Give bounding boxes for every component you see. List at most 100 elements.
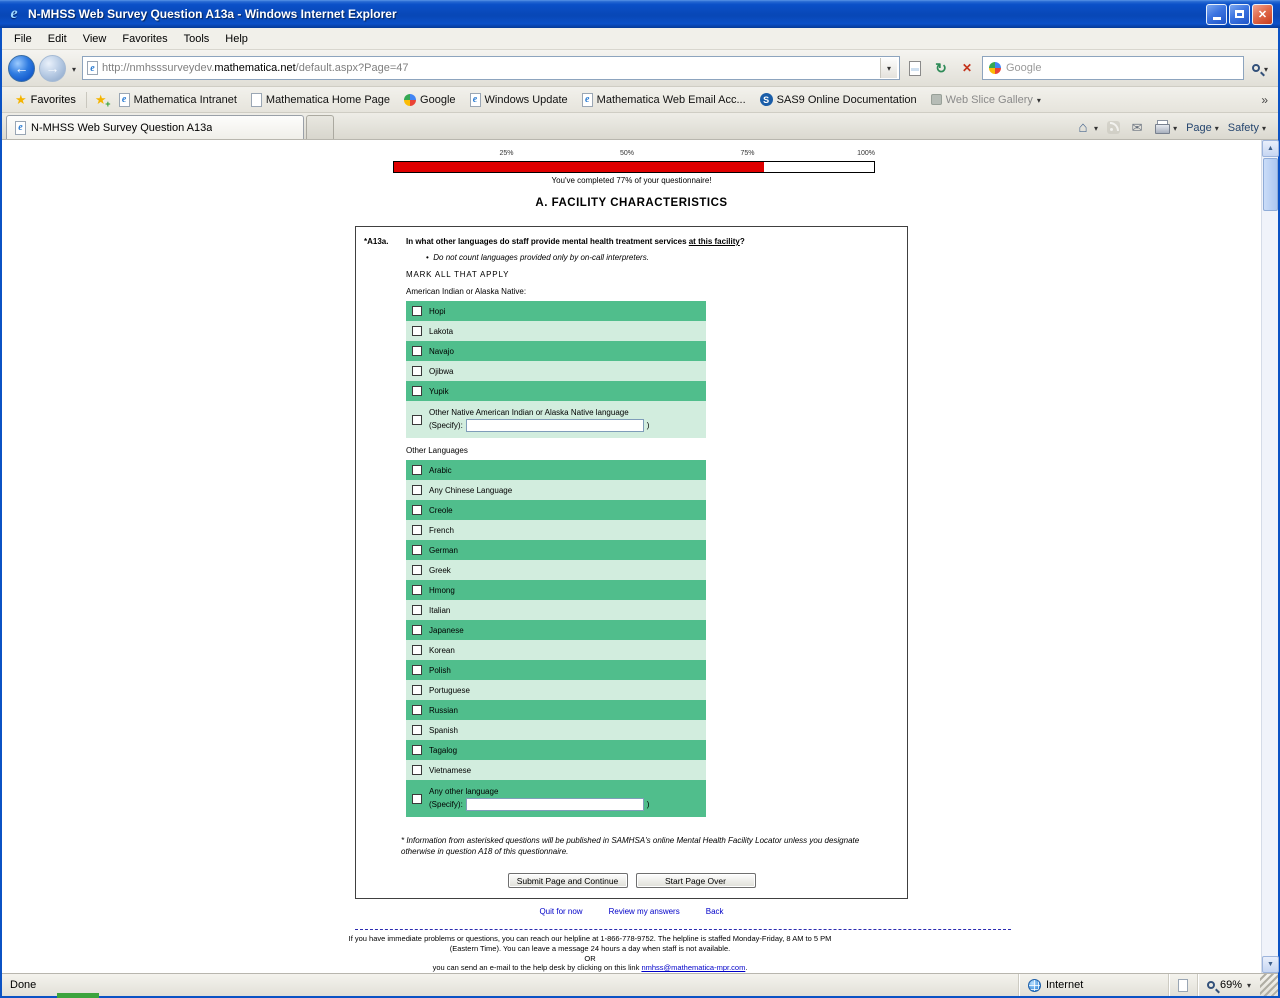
read-mail-icon bbox=[1129, 120, 1145, 135]
chevron-down-icon bbox=[1173, 122, 1177, 134]
favorites-item-mathematica-intranet[interactable]: Mathematica Intranet bbox=[112, 91, 244, 109]
checkbox-navajo[interactable] bbox=[412, 346, 422, 356]
add-to-favorites-bar-button[interactable]: + bbox=[90, 91, 112, 109]
specify-input-group1[interactable] bbox=[466, 419, 644, 432]
checkbox-arabic[interactable] bbox=[412, 465, 422, 475]
favorites-item-web-slice-gallery[interactable]: Web Slice Gallery bbox=[924, 92, 1048, 108]
vertical-scrollbar[interactable] bbox=[1261, 140, 1278, 973]
new-tab-button[interactable] bbox=[306, 115, 334, 139]
start-page-over-button[interactable]: Start Page Over bbox=[636, 873, 756, 888]
taskbar-sliver bbox=[57, 993, 99, 998]
group-label-1: American Indian or Alaska Native: bbox=[406, 287, 706, 296]
home-button[interactable] bbox=[1075, 120, 1098, 135]
checkbox-spanish[interactable] bbox=[412, 725, 422, 735]
url-domain: mathematica.net bbox=[214, 62, 295, 74]
checkbox-label: Creole bbox=[429, 506, 453, 515]
search-box[interactable]: Google bbox=[982, 56, 1244, 80]
checkbox-italian[interactable] bbox=[412, 605, 422, 615]
internet-zone-icon bbox=[1028, 979, 1041, 992]
menu-edit[interactable]: Edit bbox=[40, 30, 75, 48]
favorites-item-google[interactable]: Google bbox=[397, 92, 462, 108]
print-button[interactable] bbox=[1154, 120, 1177, 135]
maximize-button[interactable] bbox=[1229, 4, 1250, 25]
checkbox-portuguese[interactable] bbox=[412, 685, 422, 695]
address-dropdown[interactable] bbox=[880, 58, 897, 78]
question-text-main: In what other languages do staff provide… bbox=[406, 237, 689, 246]
tab-active[interactable]: N-MHSS Web Survey Question A13a bbox=[6, 115, 304, 139]
checkbox-hmong[interactable] bbox=[412, 585, 422, 595]
question-text-suffix: ? bbox=[740, 237, 745, 246]
recent-pages-dropdown[interactable] bbox=[70, 59, 78, 77]
checkbox-any-chinese-language[interactable] bbox=[412, 485, 422, 495]
favorites-item-mathematica-web-email-acc[interactable]: Mathematica Web Email Acc... bbox=[575, 91, 753, 109]
checkbox-vietnamese[interactable] bbox=[412, 765, 422, 775]
checkbox-label: Japanese bbox=[429, 626, 464, 635]
menu-help[interactable]: Help bbox=[217, 30, 256, 48]
feeds-button[interactable] bbox=[1107, 121, 1120, 134]
search-button[interactable] bbox=[1248, 59, 1272, 77]
favorites-item-windows-update[interactable]: Windows Update bbox=[463, 91, 575, 109]
favorites-item-mathematica-home-page[interactable]: Mathematica Home Page bbox=[244, 91, 397, 109]
checkbox-hopi[interactable] bbox=[412, 306, 422, 316]
language-row-vietnamese: Vietnamese bbox=[406, 760, 706, 780]
forward-button[interactable] bbox=[39, 55, 66, 82]
resize-grip[interactable] bbox=[1260, 974, 1278, 996]
stop-button[interactable] bbox=[956, 57, 978, 79]
close-button[interactable] bbox=[1252, 4, 1273, 25]
menu-file[interactable]: File bbox=[6, 30, 40, 48]
checkbox-tagalog[interactable] bbox=[412, 745, 422, 755]
checkbox-german[interactable] bbox=[412, 545, 422, 555]
question-note: Do not count languages provided only by … bbox=[426, 253, 907, 262]
checkbox-japanese[interactable] bbox=[412, 625, 422, 635]
footnote: * Information from asterisked questions … bbox=[401, 835, 881, 857]
safety-menu-button[interactable]: Safety bbox=[1228, 122, 1266, 134]
checkbox-label: Greek bbox=[429, 566, 451, 575]
progress-tick: 75% bbox=[740, 150, 754, 157]
specify-input-group2[interactable] bbox=[466, 798, 644, 811]
checkbox-other-native-american-indian-or-alaska-native-language[interactable] bbox=[412, 415, 422, 425]
quit-for-now-link[interactable]: Quit for now bbox=[539, 907, 582, 916]
minimize-button[interactable] bbox=[1206, 4, 1227, 25]
checkbox-creole[interactable] bbox=[412, 505, 422, 515]
checkbox-lakota[interactable] bbox=[412, 326, 422, 336]
status-gadget[interactable] bbox=[1168, 974, 1197, 996]
checkbox-label: Korean bbox=[429, 646, 455, 655]
checkbox-label: Polish bbox=[429, 666, 451, 675]
scrollbar-thumb[interactable] bbox=[1263, 158, 1278, 211]
checkbox-french[interactable] bbox=[412, 525, 422, 535]
back-link[interactable]: Back bbox=[706, 907, 724, 916]
compatibility-view-button[interactable] bbox=[904, 57, 926, 79]
review-my-answers-link[interactable]: Review my answers bbox=[609, 907, 680, 916]
mark-all-instruction: MARK ALL THAT APPLY bbox=[406, 270, 907, 279]
favorites-button[interactable]: Favorites bbox=[8, 91, 83, 108]
checkbox-label: Yupik bbox=[429, 387, 449, 396]
checkbox-yupik[interactable] bbox=[412, 386, 422, 396]
compatibility-view-icon bbox=[909, 61, 921, 76]
zoom-control[interactable]: 69% bbox=[1197, 974, 1260, 996]
scroll-down-button[interactable] bbox=[1262, 956, 1279, 973]
checkbox-any-other-language[interactable] bbox=[412, 794, 422, 804]
refresh-button[interactable] bbox=[930, 57, 952, 79]
scroll-up-button[interactable] bbox=[1262, 140, 1279, 157]
read-mail-button[interactable] bbox=[1129, 120, 1145, 135]
submit-page-button[interactable]: Submit Page and Continue bbox=[508, 873, 628, 888]
back-button[interactable] bbox=[8, 55, 35, 82]
menu-tools[interactable]: Tools bbox=[176, 30, 218, 48]
checkbox-greek[interactable] bbox=[412, 565, 422, 575]
checkbox-korean[interactable] bbox=[412, 645, 422, 655]
language-row-korean: Korean bbox=[406, 640, 706, 660]
menu-favorites[interactable]: Favorites bbox=[114, 30, 175, 48]
page-menu-button[interactable]: Page bbox=[1186, 122, 1219, 134]
checkbox-ojibwa[interactable] bbox=[412, 366, 422, 376]
favorites-item-sas9-online-documentation[interactable]: SAS9 Online Documentation bbox=[753, 91, 924, 108]
help-email-link[interactable]: nmhss@mathematica-mpr.com bbox=[641, 963, 745, 972]
language-row-italian: Italian bbox=[406, 600, 706, 620]
language-row-german: German bbox=[406, 540, 706, 560]
checkbox-russian[interactable] bbox=[412, 705, 422, 715]
language-row-lakota: Lakota bbox=[406, 321, 706, 341]
menu-view[interactable]: View bbox=[75, 30, 115, 48]
favorites-overflow-chevron[interactable] bbox=[1257, 93, 1272, 107]
checkbox-polish[interactable] bbox=[412, 665, 422, 675]
form-buttons: Submit Page and Continue Start Page Over bbox=[356, 873, 907, 888]
address-bar[interactable]: http://nmhsssurveydev.mathematica.net/de… bbox=[82, 56, 900, 80]
